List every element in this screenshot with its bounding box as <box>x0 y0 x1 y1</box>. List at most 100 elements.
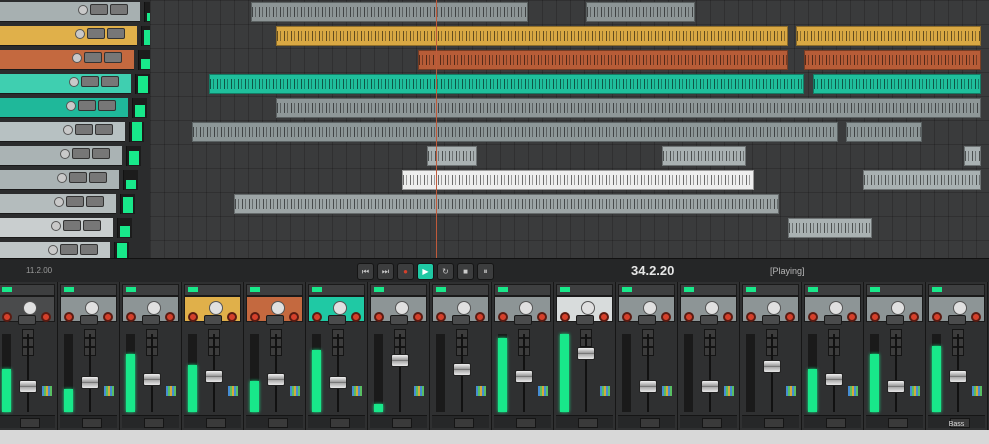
record-arm-icon[interactable] <box>64 312 74 322</box>
strip-input-bar[interactable] <box>308 284 365 296</box>
record-arm-icon[interactable] <box>560 312 570 322</box>
record-monitor-icon[interactable] <box>413 312 423 322</box>
record-monitor-icon[interactable] <box>847 312 857 322</box>
volume-knob[interactable] <box>78 5 88 15</box>
record-arm-icon[interactable] <box>188 312 198 322</box>
volume-fader[interactable] <box>391 353 409 367</box>
fx-slot[interactable] <box>82 418 102 428</box>
record-arm-icon[interactable] <box>498 312 508 322</box>
track-header[interactable] <box>0 194 116 214</box>
io-button[interactable] <box>638 315 656 325</box>
strip-input-bar[interactable] <box>184 284 241 296</box>
loop-button[interactable]: ↻ <box>437 263 454 280</box>
route-button[interactable] <box>95 124 113 135</box>
media-item[interactable] <box>275 98 981 118</box>
io-button[interactable] <box>514 315 532 325</box>
fx-button[interactable] <box>63 220 81 231</box>
record-arm-icon[interactable] <box>436 312 446 322</box>
volume-fader[interactable] <box>329 376 347 390</box>
volume-fader[interactable] <box>453 363 471 377</box>
fx-slot[interactable] <box>888 418 908 428</box>
strip-input-bar[interactable] <box>742 284 799 296</box>
io-button[interactable] <box>266 315 284 325</box>
pan-knob[interactable] <box>767 301 781 315</box>
media-item[interactable] <box>846 122 922 142</box>
route-button[interactable] <box>107 28 125 39</box>
record-monitor-icon[interactable] <box>599 312 609 322</box>
fx-slot[interactable] <box>702 418 722 428</box>
route-button[interactable] <box>80 244 98 255</box>
fx-button[interactable] <box>60 244 78 255</box>
media-item[interactable] <box>796 26 981 46</box>
io-button[interactable] <box>18 315 36 325</box>
pan-knob[interactable] <box>271 301 285 315</box>
io-button[interactable] <box>824 315 842 325</box>
fx-slot[interactable] <box>392 418 412 428</box>
pan-knob[interactable] <box>519 301 533 315</box>
record-monitor-icon[interactable] <box>909 312 919 322</box>
media-item[interactable] <box>963 146 981 166</box>
pan-knob[interactable] <box>705 301 719 315</box>
record-monitor-icon[interactable] <box>971 312 981 322</box>
volume-fader[interactable] <box>701 379 719 393</box>
volume-fader[interactable] <box>81 376 99 390</box>
pan-knob[interactable] <box>147 301 161 315</box>
media-item[interactable] <box>787 218 872 238</box>
io-button[interactable] <box>762 315 780 325</box>
fx-slot[interactable] <box>826 418 846 428</box>
media-item[interactable] <box>275 26 788 46</box>
volume-knob[interactable] <box>48 245 58 255</box>
volume-fader[interactable] <box>639 379 657 393</box>
fx-button[interactable] <box>75 124 93 135</box>
record-monitor-icon[interactable] <box>785 312 795 322</box>
fx-button[interactable] <box>66 196 84 207</box>
pan-knob[interactable] <box>395 301 409 315</box>
record-arm-icon[interactable] <box>932 312 942 322</box>
volume-knob[interactable] <box>66 101 76 111</box>
record-monitor-icon[interactable] <box>537 312 547 322</box>
volume-fader[interactable] <box>267 373 285 386</box>
strip-input-bar[interactable] <box>246 284 303 296</box>
route-button[interactable] <box>101 76 119 87</box>
record-button[interactable]: ● <box>397 263 414 280</box>
volume-fader[interactable] <box>763 360 781 373</box>
fx-slot[interactable] <box>20 418 40 428</box>
record-arm-icon[interactable] <box>2 312 12 322</box>
stop-button[interactable]: ■ <box>457 263 474 280</box>
arrange-view[interactable] <box>150 0 989 258</box>
volume-fader[interactable] <box>887 379 905 393</box>
io-button[interactable] <box>452 315 470 325</box>
fx-button[interactable] <box>84 52 102 63</box>
record-monitor-icon[interactable] <box>227 312 237 322</box>
track-header[interactable] <box>0 146 122 166</box>
fx-button[interactable] <box>90 4 108 15</box>
pan-knob[interactable] <box>643 301 657 315</box>
fx-slot[interactable] <box>516 418 536 428</box>
volume-knob[interactable] <box>54 197 64 207</box>
strip-input-bar[interactable] <box>928 284 985 296</box>
pause-button[interactable]: ⏸ <box>477 263 494 280</box>
fx-slot[interactable] <box>640 418 660 428</box>
strip-input-bar[interactable] <box>60 284 117 296</box>
record-arm-icon[interactable] <box>684 312 694 322</box>
io-button[interactable] <box>576 315 594 325</box>
record-monitor-icon[interactable] <box>165 312 175 322</box>
record-arm-icon[interactable] <box>870 312 880 322</box>
volume-knob[interactable] <box>57 173 67 183</box>
media-item[interactable] <box>804 50 981 70</box>
volume-fader[interactable] <box>577 347 595 360</box>
route-button[interactable] <box>104 52 122 63</box>
pan-knob[interactable] <box>333 301 347 315</box>
record-arm-icon[interactable] <box>374 312 384 322</box>
media-item[interactable] <box>401 170 755 190</box>
volume-fader[interactable] <box>205 369 223 383</box>
volume-fader[interactable] <box>949 369 967 383</box>
play-button[interactable]: ▶ <box>417 263 434 280</box>
media-item[interactable] <box>586 2 696 22</box>
track-header[interactable] <box>0 74 131 94</box>
strip-input-bar[interactable] <box>370 284 427 296</box>
media-item[interactable] <box>250 2 528 22</box>
record-arm-icon[interactable] <box>808 312 818 322</box>
io-button[interactable] <box>328 315 346 325</box>
io-button[interactable] <box>700 315 718 325</box>
